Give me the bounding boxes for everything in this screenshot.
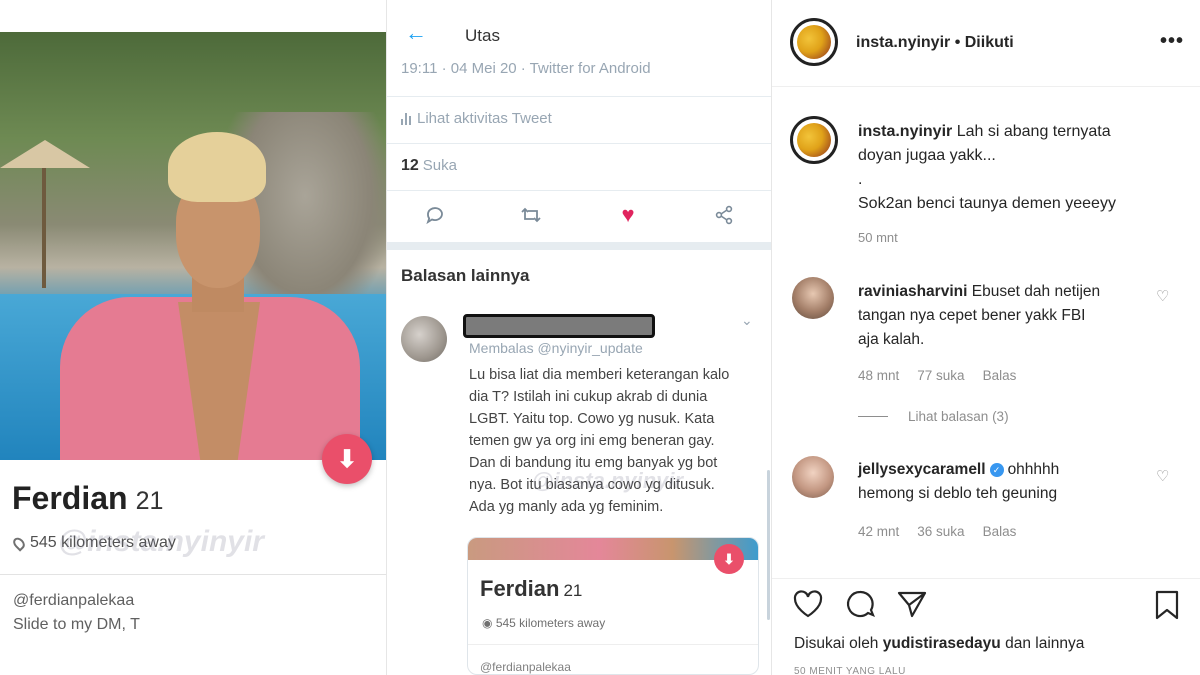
- verified-badge-icon: ✓: [989, 462, 1004, 477]
- reply-text: Lu bisa liat dia memberi keterangan kalo…: [469, 367, 730, 515]
- tweet-likes[interactable]: 12 Suka: [401, 157, 457, 175]
- likes-count: 12: [401, 157, 419, 174]
- card-distance: ◉ 545 kilometers away: [482, 616, 606, 630]
- screenshot-collage: ⬇ Ferdian 21 545 kilometers away @insta.…: [0, 0, 1200, 675]
- divider: [387, 143, 771, 144]
- heart-filled-icon[interactable]: ♥: [616, 202, 640, 227]
- tweet-meta: 19:11 · 04 Mei 20 · Twitter for Android: [401, 60, 651, 77]
- watermark: @insta.nyinyir: [58, 525, 264, 558]
- heart-outline-icon[interactable]: ♡: [1156, 287, 1169, 305]
- tweet-activity-label: Lihat aktivitas Tweet: [417, 110, 552, 127]
- arrow-down-icon: ⬇: [714, 544, 744, 574]
- section-separator: [387, 242, 771, 250]
- scrollbar[interactable]: [767, 470, 770, 620]
- bookmark-icon[interactable]: [1154, 589, 1180, 626]
- back-arrow-icon[interactable]: ←: [405, 20, 427, 46]
- profile-photo: [0, 32, 386, 460]
- liked-by[interactable]: Disukai oleh yudistirasedayu dan lainnya: [794, 635, 1084, 653]
- profile-name: Ferdian: [12, 480, 128, 516]
- avatar[interactable]: [401, 316, 447, 362]
- card-name: Ferdian 21: [480, 576, 583, 601]
- profile-handle: @ferdianpalekaa: [13, 592, 135, 609]
- post-time: 50 MENIT YANG LALU: [794, 666, 906, 675]
- profile-age: 21: [135, 487, 164, 515]
- tweet-actions: ♥: [387, 196, 771, 236]
- reply-button[interactable]: Balas: [983, 524, 1017, 539]
- divider: [772, 578, 1200, 579]
- retweet-icon[interactable]: [519, 204, 543, 226]
- heart-icon[interactable]: [792, 589, 824, 624]
- more-replies-heading: Balasan lainnya: [401, 266, 530, 285]
- comment-username[interactable]: raviniasharvini: [858, 283, 967, 300]
- card-handle: @ferdianpalekaa: [480, 660, 571, 674]
- bar-chart-icon: [401, 112, 411, 125]
- comment-text: jellysexycaramell ✓ ohhhhh hemong si deblo…: [858, 461, 1060, 502]
- view-replies-link[interactable]: Lihat balasan (3): [858, 409, 1009, 424]
- avatar[interactable]: [790, 116, 838, 164]
- reply-icon[interactable]: [423, 204, 447, 226]
- heart-outline-icon[interactable]: ♡: [1156, 467, 1169, 485]
- tweet-thread-panel: ← Utas 19:11 · 04 Mei 20 · Twitter for A…: [386, 0, 772, 675]
- comment-meta: 42 mnt 36 suka Balas: [858, 524, 1017, 539]
- watermark: @insta.nyinyir: [532, 468, 684, 493]
- avatar[interactable]: [792, 277, 834, 319]
- attached-image-card[interactable]: ⬇ Ferdian 21 ◉ 545 kilometers away @ferdi…: [467, 537, 759, 675]
- expand-profile-button[interactable]: ⬇: [322, 434, 372, 484]
- post-header-user[interactable]: insta.nyinyir • Diikuti: [856, 34, 1014, 52]
- thread-header: ← Utas: [387, 0, 771, 62]
- reply-button[interactable]: Balas: [983, 368, 1017, 383]
- send-icon[interactable]: [896, 589, 928, 624]
- arrow-down-icon: ⬇: [336, 445, 358, 473]
- caption-time: 50 mnt: [858, 230, 898, 245]
- likes-label: Suka: [422, 157, 457, 174]
- comment-username[interactable]: jellysexycaramell: [858, 461, 986, 478]
- tweet-activity-link[interactable]: Lihat aktivitas Tweet: [401, 110, 552, 127]
- location-pin-icon: [10, 534, 28, 552]
- comment-text: raviniasharvini Ebuset dah netijen tanga…: [858, 283, 1101, 348]
- avatar[interactable]: [790, 18, 838, 66]
- more-options-icon[interactable]: •••: [1160, 30, 1184, 53]
- dating-profile-panel: ⬇ Ferdian 21 545 kilometers away @insta.…: [0, 0, 386, 675]
- divider: [387, 190, 771, 191]
- post-actions: [772, 585, 1200, 625]
- replying-to: Membalas @nyinyir_update: [469, 340, 643, 356]
- divider: [387, 96, 771, 97]
- share-icon[interactable]: [712, 204, 736, 226]
- chevron-down-icon[interactable]: ⌄: [741, 312, 753, 329]
- follow-status[interactable]: • Diikuti: [955, 34, 1014, 51]
- post-username[interactable]: insta.nyinyir: [856, 34, 950, 51]
- divider: [772, 86, 1200, 87]
- comment-icon[interactable]: [844, 589, 876, 624]
- profile-name-row: Ferdian 21: [12, 480, 163, 517]
- avatar[interactable]: [792, 456, 834, 498]
- comment-likes[interactable]: 77 suka: [917, 368, 964, 383]
- instagram-post-panel: insta.nyinyir • Diikuti ••• insta.nyinyi…: [772, 0, 1200, 675]
- post-caption: insta.nyinyir Lah si abang ternyata doya…: [858, 123, 1116, 212]
- thread-title: Utas: [465, 26, 500, 45]
- caption-username[interactable]: insta.nyinyir: [858, 123, 952, 140]
- redacted-username: [463, 314, 655, 338]
- comment-likes[interactable]: 36 suka: [917, 524, 964, 539]
- divider: [0, 574, 386, 575]
- comment-meta: 48 mnt 77 suka Balas: [858, 368, 1017, 383]
- profile-bio: Slide to my DM, T: [13, 616, 140, 633]
